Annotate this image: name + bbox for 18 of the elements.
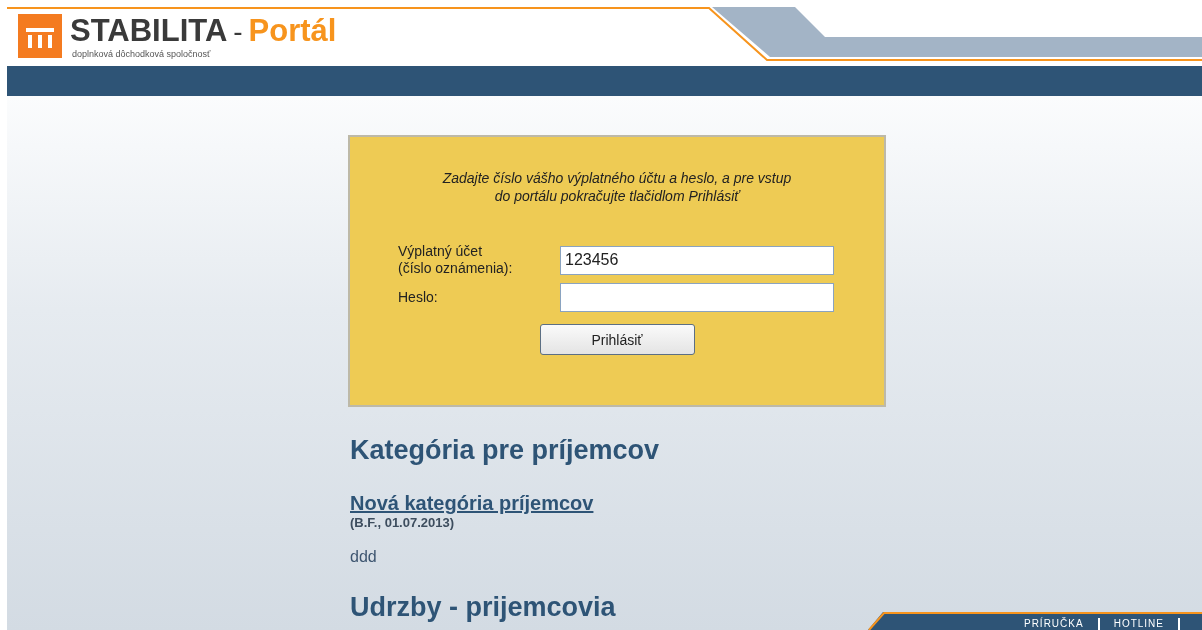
login-instructions: Zadajte číslo vášho výplatného účtu a heslo, a pre vstup do portálu pokračujte tlačidlom Prihlásiť: [441, 169, 793, 205]
brand-separator: -: [233, 15, 243, 49]
footer-link[interactable]: PRÍRUČKA: [1009, 618, 1100, 630]
login-button[interactable]: Prihlásiť: [539, 324, 695, 355]
section-heading: Udrzby - prijemcovia: [350, 592, 617, 623]
article-meta: (B.F., 01.07.2013): [350, 515, 456, 530]
logo-icon: [18, 14, 62, 58]
account-field[interactable]: 123456: [560, 245, 834, 275]
field-label: Výplatný účet (číslo oznámenia):: [398, 243, 514, 277]
field-label: Heslo:: [398, 289, 439, 306]
brand-tagline: doplnková dôchodková spoločnosť: [72, 49, 212, 60]
brand-name: STABILITA: [70, 14, 228, 48]
product-name: Portál: [248, 14, 337, 48]
article-text: ddd: [350, 548, 378, 566]
password-field[interactable]: [560, 283, 834, 312]
section-heading: Kategória pre príjemcov: [350, 435, 661, 466]
footer-link[interactable]: HOTLINE: [1099, 618, 1180, 630]
article-link[interactable]: Nová kategória príjemcov: [350, 492, 594, 515]
